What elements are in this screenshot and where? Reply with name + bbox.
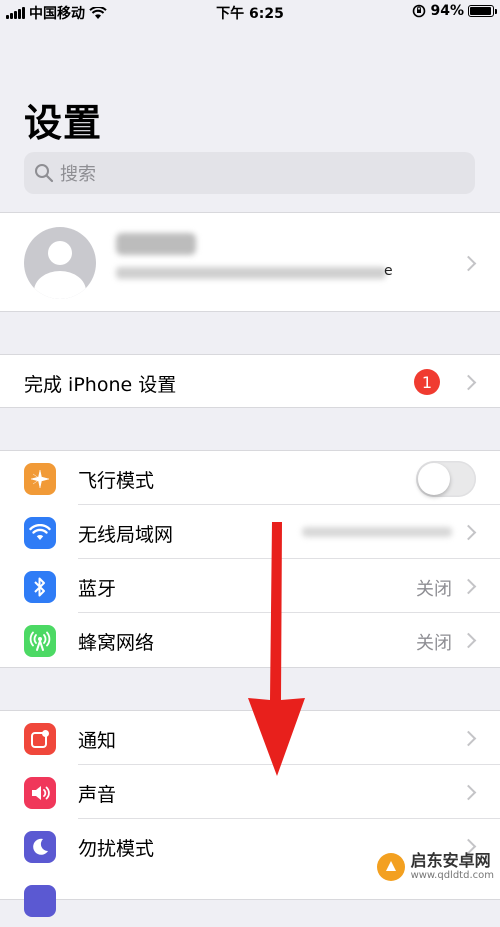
watermark-name: 启东安卓网 bbox=[410, 851, 491, 871]
screen-time-icon bbox=[24, 885, 56, 917]
watermark: 启东安卓网 www.qdldtd.com bbox=[376, 851, 494, 881]
watermark-logo bbox=[376, 852, 405, 881]
down-arrow-annotation bbox=[248, 522, 305, 776]
watermark-url: www.qdldtd.com bbox=[410, 870, 494, 881]
